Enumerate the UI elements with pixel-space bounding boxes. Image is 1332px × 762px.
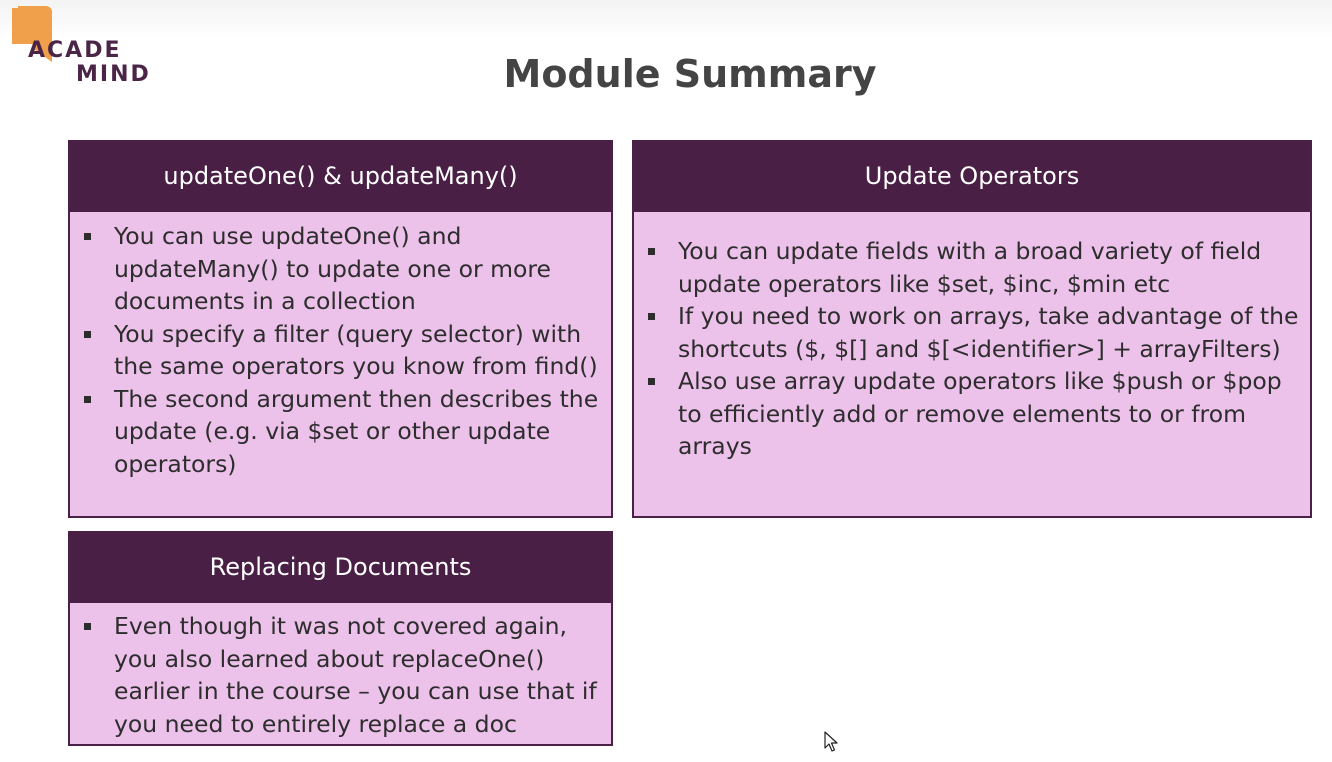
square-bullet-icon	[648, 313, 655, 320]
mouse-cursor-icon	[824, 731, 838, 752]
list-item-text: You specify a filter (query selector) wi…	[114, 319, 598, 381]
bullet-list: You can update fields with a broad varie…	[634, 212, 1310, 463]
square-bullet-icon	[648, 248, 655, 255]
list-item: The second argument then describes the u…	[70, 383, 611, 481]
list-item: If you need to work on arrays, take adva…	[634, 300, 1310, 365]
square-bullet-icon	[84, 233, 91, 240]
list-item-text: If you need to work on arrays, take adva…	[678, 302, 1299, 363]
list-item-text: You can use updateOne() and updateMany()…	[114, 222, 551, 315]
list-item-text: Also use array update operators like $pu…	[678, 367, 1282, 460]
card-header: updateOne() & updateMany()	[70, 142, 611, 212]
square-bullet-icon	[84, 330, 91, 338]
list-item: Also use array update operators like $pu…	[634, 365, 1310, 463]
card-header: Update Operators	[634, 142, 1310, 212]
square-bullet-icon	[84, 395, 91, 403]
card-replacing-documents: Replacing Documents Even though it was n…	[68, 531, 613, 746]
card-update-operators: Update Operators You can update fields w…	[632, 140, 1312, 518]
list-item-text: The second argument then describes the u…	[114, 384, 599, 478]
bullet-list: Even though it was not covered again, yo…	[70, 603, 611, 740]
card-header: Replacing Documents	[70, 533, 611, 603]
list-item: You can use updateOne() and updateMany()…	[70, 220, 611, 318]
list-item: You can update fields with a broad varie…	[634, 235, 1310, 300]
list-item: You specify a filter (query selector) wi…	[70, 318, 611, 383]
card-update-methods: updateOne() & updateMany() You can use u…	[68, 140, 613, 518]
page-title: Module Summary	[503, 52, 877, 96]
slide: ACADE MIND Module Summary updateOne() & …	[0, 0, 1332, 762]
square-bullet-icon	[648, 378, 655, 385]
square-bullet-icon	[84, 623, 91, 630]
bullet-list: You can use updateOne() and updateMany()…	[70, 212, 611, 480]
list-item-text: You can update fields with a broad varie…	[678, 237, 1262, 298]
list-item-text: Even though it was not covered again, yo…	[114, 612, 597, 738]
list-item: Even though it was not covered again, yo…	[70, 610, 611, 740]
